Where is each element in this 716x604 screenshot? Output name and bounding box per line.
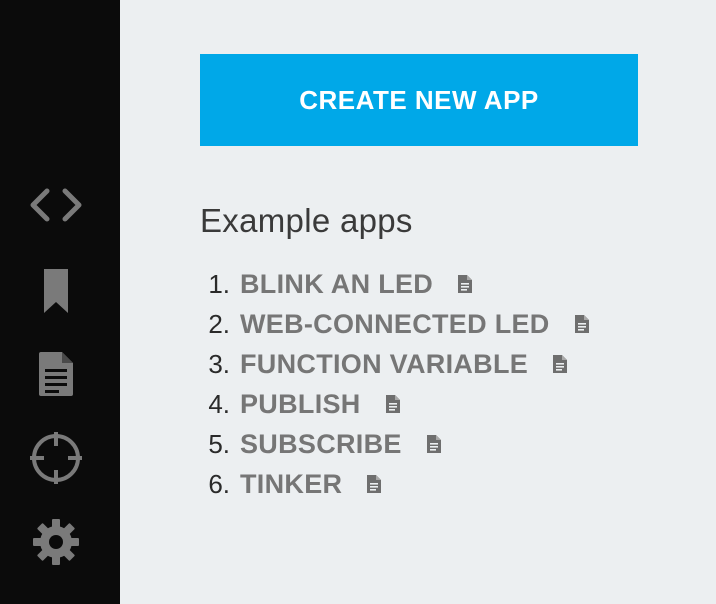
bookmark-icon[interactable] <box>28 266 84 316</box>
example-apps-heading: Example apps <box>200 202 413 239</box>
main-panel: CREATE NEW APP Example apps 1. BLINK AN L… <box>120 0 716 604</box>
example-app-number: 1. <box>208 268 230 299</box>
example-app-link[interactable]: FUNCTION VARIABLE <box>240 349 528 380</box>
document-icon[interactable] <box>426 434 442 454</box>
example-app-item: 1. BLINK AN LED <box>190 264 590 304</box>
example-app-number: 3. <box>208 348 230 379</box>
gear-icon[interactable] <box>28 517 84 567</box>
example-app-number: 6. <box>208 468 230 499</box>
example-app-link[interactable]: BLINK AN LED <box>240 269 433 300</box>
example-app-item: 5. SUBSCRIBE <box>190 424 590 464</box>
example-app-number: 2. <box>208 308 230 339</box>
example-app-link[interactable]: SUBSCRIBE <box>240 429 402 460</box>
example-apps-list: 1. BLINK AN LED 2. WEB-CONNECTED LED 3. FUNCT… <box>190 264 590 504</box>
example-app-number: 4. <box>208 388 230 419</box>
document-icon[interactable] <box>574 314 590 334</box>
sidebar <box>0 0 120 604</box>
document-icon[interactable] <box>366 474 382 494</box>
example-app-item: 2. WEB-CONNECTED LED <box>190 304 590 344</box>
document-icon[interactable] <box>28 349 84 399</box>
example-app-item: 4. PUBLISH <box>190 384 590 424</box>
example-app-item: 6. TINKER <box>190 464 590 504</box>
example-app-link[interactable]: TINKER <box>240 469 342 500</box>
crosshair-icon[interactable] <box>28 432 84 484</box>
document-icon[interactable] <box>457 274 473 294</box>
document-icon[interactable] <box>385 394 401 414</box>
example-app-link[interactable]: PUBLISH <box>240 389 361 420</box>
example-app-number: 5. <box>208 428 230 459</box>
example-app-link[interactable]: WEB-CONNECTED LED <box>240 309 550 340</box>
document-icon[interactable] <box>552 354 568 374</box>
code-icon[interactable] <box>28 180 84 230</box>
example-app-item: 3. FUNCTION VARIABLE <box>190 344 590 384</box>
create-new-app-button[interactable]: CREATE NEW APP <box>200 54 638 146</box>
